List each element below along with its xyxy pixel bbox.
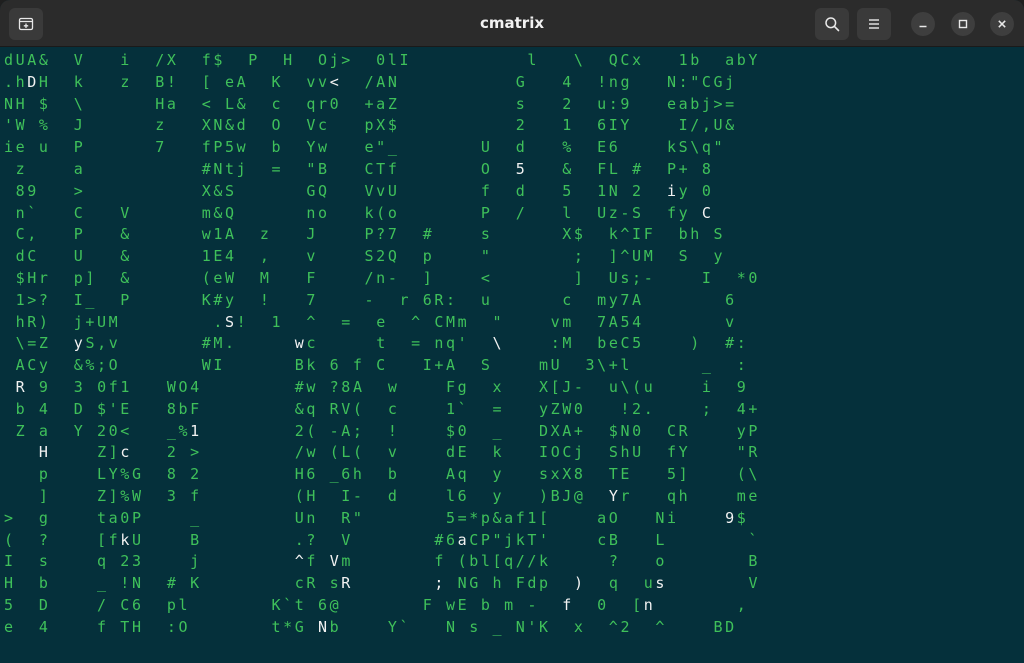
terminal-line: dUA& V i /X f$ P H Oj> 0lI l \ QCx 1b ab… xyxy=(4,51,760,69)
terminal-line: dC U & 1E4 , v S2Q p " ; ]^UM S y xyxy=(4,247,726,266)
terminal-line: e 4 f TH :O t*G Nb Y` N s _ N'K x ^2 ^ B… xyxy=(4,617,737,636)
maximize-icon xyxy=(958,19,968,29)
terminal-line: $Hr p] & (eW M F /n- ] < ] Us;- I *0 xyxy=(4,268,760,287)
maximize-button[interactable] xyxy=(951,12,975,36)
terminal-line: 'W % J z XN&d O Vc pX$ 2 1 6IY I/,U& xyxy=(4,116,737,135)
terminal-line: ie u P 7 fP5w b Yw e"_ U d % E6 kS\q" xyxy=(4,138,726,157)
search-icon xyxy=(825,17,840,32)
terminal-line: C, P & w1A z J P?7 # s X$ k^IF bh S xyxy=(4,225,726,244)
terminal-line: I s q 23 j ^f Vm f (bl[q//k ? o B xyxy=(4,552,761,571)
minimize-icon xyxy=(919,25,927,28)
terminal-line: ] Z]%W 3 f (H I- d l6 y )BJ@ Yr qh me xyxy=(4,486,761,505)
terminal-line: \=Z yS,v #M. wc t = nq' \ :M beC5 ) #: xyxy=(4,334,749,353)
terminal-line: hR) j+UM .S! 1 ^ = e ^ CMm " vm 7A54 v xyxy=(4,312,737,331)
terminal-line: ACy &%;O WI Bk 6 f C I+A S mU 3\+l _ : xyxy=(4,356,749,375)
terminal-line: p LY%G 8 2 H6 _6h b Aq y sxX8 TE 5] (\ xyxy=(4,465,760,484)
terminal-line: n` C V m&Q no k(o P / l Uz-S fy C xyxy=(4,203,714,222)
close-icon xyxy=(998,20,1006,28)
terminal-output[interactable]: dUA& V i /X f$ P H Oj> 0lI l \ QCx 1b ab… xyxy=(4,50,1022,660)
terminal-line: R 9 3 0f1 WO4 #w ?8A w Fg x X[J- u\(u i … xyxy=(15,377,749,396)
terminal-line: 5 D / C6 pl K`t 6@ F wE b m - f 0 [n , xyxy=(4,595,749,614)
terminal-line: H Z]c 2 > /w (L( v dE k IOCj ShU fY "R xyxy=(38,443,761,462)
terminal-line: 89 > X&S GQ VvU f d 5 1N 2 iy 0 xyxy=(4,181,714,200)
terminal-line: z a #Ntj = "B CTf O 5 & FL # P+ 8 xyxy=(4,159,714,178)
search-button[interactable] xyxy=(815,8,849,40)
terminal-line: NH $ \ Ha < L& c qr0 +aZ s 2 u:9 eabj>= xyxy=(4,94,737,113)
terminal-line: Z a Y 20< _%1 2( -A; ! $0 _ DXA+ $N0 CR … xyxy=(4,421,761,440)
terminal-line: ( ? [fkU B .? V #6aCP"jkT' cB L ` xyxy=(4,530,761,549)
terminal-line: 1>? I_ P K#y ! 7 - r 6R: u c my7A 6 xyxy=(4,290,737,309)
terminal-line: .hDH k z B! [ eA K vv< /AN G 4 !ng N:"CG… xyxy=(4,72,737,91)
terminal-line: > g ta0P _ Un R" 5=*p&af1[ aO Ni 9$ xyxy=(4,508,749,527)
hamburger-menu-icon xyxy=(869,19,879,29)
close-button[interactable] xyxy=(990,12,1014,36)
terminal-line: b 4 D $'E 8bF &q RV( c 1` = yZW0 !2. ; 4… xyxy=(4,399,760,418)
minimize-button[interactable] xyxy=(911,12,935,36)
terminal-window: cmatrix dUA& V i /X f$ P H Oj> 0lI l \ Q… xyxy=(0,0,1024,663)
title-bar[interactable]: cmatrix xyxy=(0,0,1024,47)
terminal-line: H b _ !N # K cR sR ; NG h Fdp ) q us V xyxy=(4,574,761,593)
menu-button[interactable] xyxy=(857,8,891,40)
